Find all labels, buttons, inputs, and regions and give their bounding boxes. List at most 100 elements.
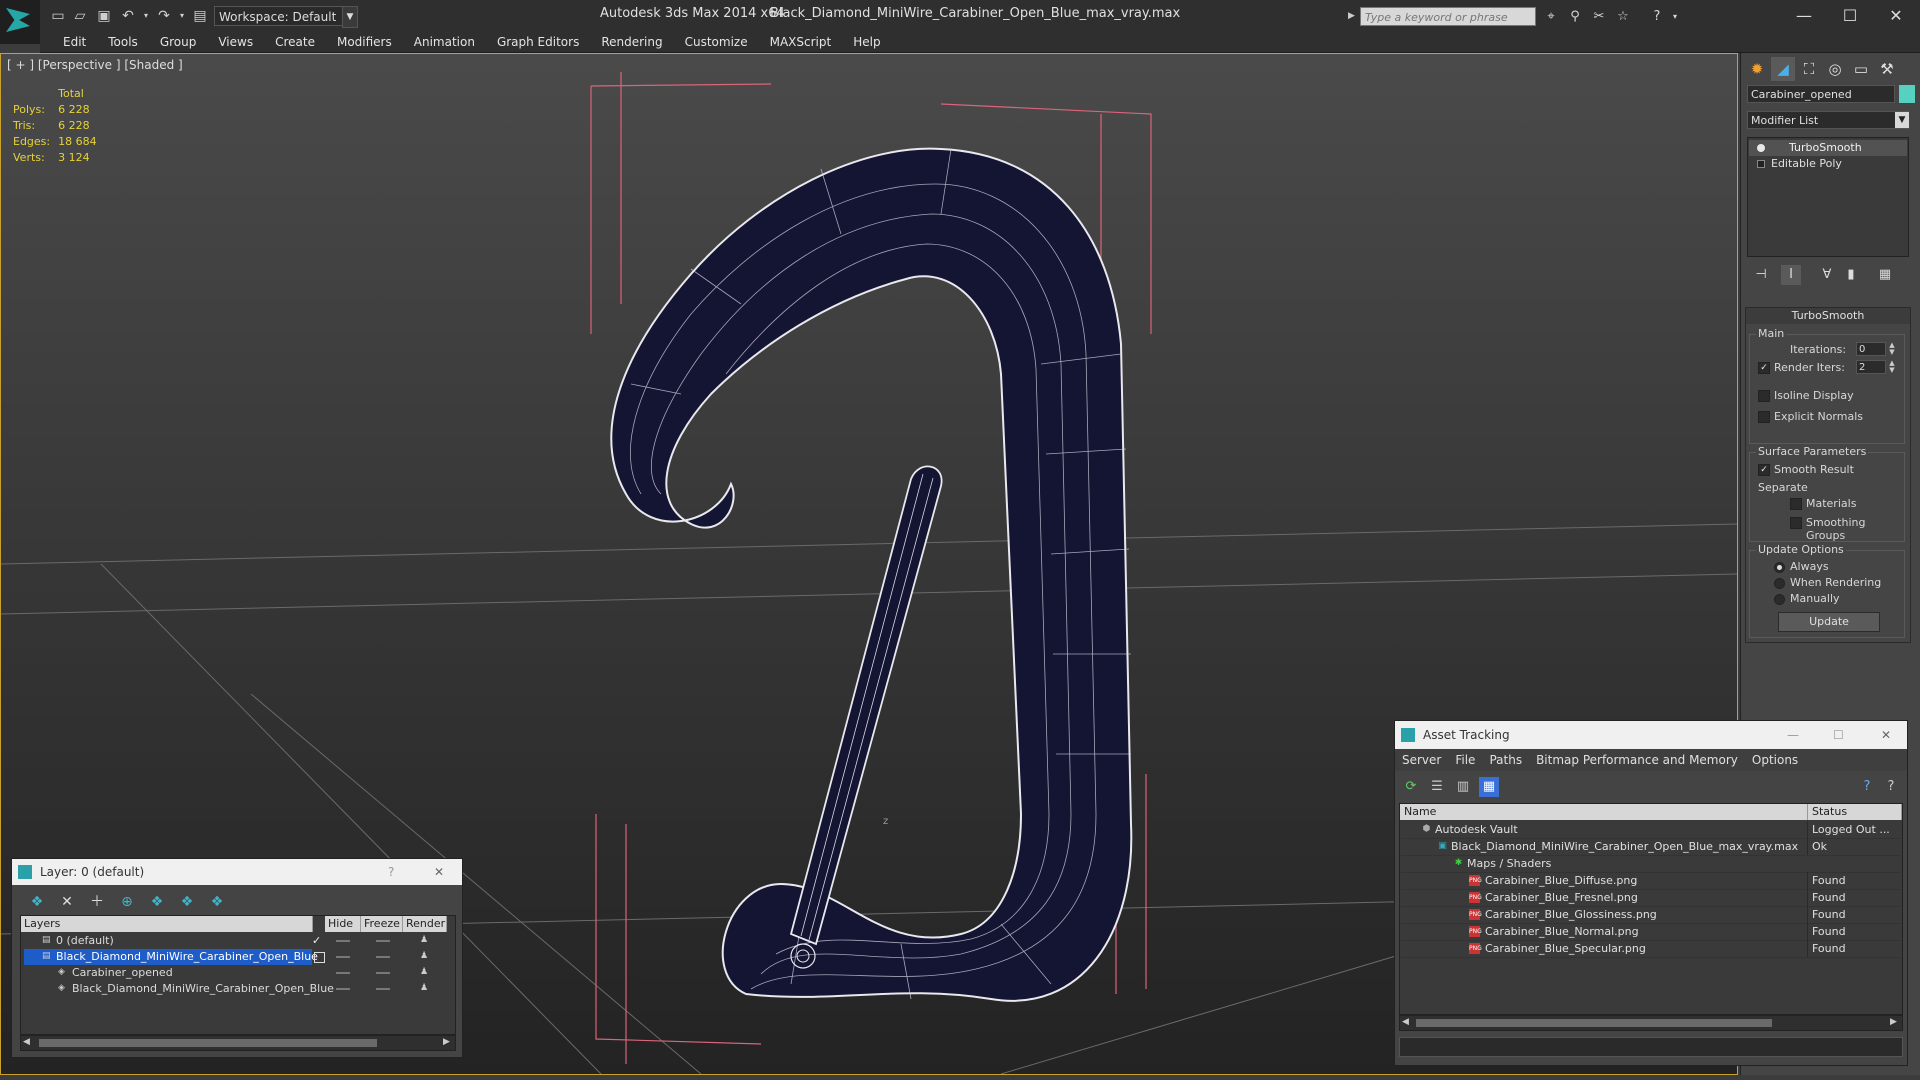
object-name-field[interactable]: Carabiner_opened — [1747, 85, 1895, 103]
hide-toggle[interactable] — [336, 956, 350, 958]
table-row[interactable]: PNG Carabiner_Blue_Normal.png Found — [1401, 923, 1901, 941]
render-iters-spinner[interactable]: 2 — [1856, 360, 1886, 374]
hide-unhide-layers-icon[interactable]: ❖ — [176, 891, 198, 913]
iterations-spinner[interactable]: 0 — [1856, 342, 1886, 356]
freeze-toggle[interactable] — [376, 940, 390, 942]
hide-toggle[interactable] — [336, 972, 350, 974]
list-view-icon[interactable]: ☰ — [1427, 777, 1447, 797]
menu-modifiers[interactable]: Modifiers — [326, 32, 403, 52]
table-row[interactable]: PNG Carabiner_Blue_Glossiness.png Found — [1401, 906, 1901, 924]
modify-tab-icon[interactable]: ◢ — [1771, 57, 1795, 81]
object-color-swatch[interactable] — [1899, 85, 1915, 103]
scrollbar-thumb[interactable] — [39, 1039, 377, 1047]
column-header-status[interactable]: Status — [1808, 804, 1902, 820]
table-row[interactable]: ▣ Black_Diamond_MiniWire_Carabiner_Open_… — [1401, 838, 1901, 856]
column-header-render[interactable]: Render — [403, 916, 447, 932]
menu-create[interactable]: Create — [264, 32, 326, 52]
scroll-left-icon[interactable]: ◀ — [1402, 1017, 1409, 1027]
menu-paths[interactable]: Paths — [1482, 749, 1529, 771]
show-end-result-icon[interactable]: Ι — [1781, 265, 1801, 285]
spinner-arrows-icon[interactable]: ▲ ▼ — [1888, 342, 1896, 356]
stack-item-turbosmooth[interactable]: TurboSmooth — [1749, 140, 1907, 156]
pin-stack-icon[interactable]: ⊣ — [1751, 265, 1771, 285]
help-icon[interactable]: ? — [1857, 777, 1877, 797]
freeze-toggle[interactable] — [376, 956, 390, 958]
help-dropdown-icon[interactable]: ▾ — [1666, 8, 1684, 26]
menu-file[interactable]: File — [1448, 749, 1482, 771]
chevron-down-icon[interactable]: ▼ — [1895, 112, 1909, 128]
menu-tools[interactable]: Tools — [97, 32, 149, 52]
horizontal-scrollbar[interactable]: ◀ ▶ — [1399, 1015, 1903, 1031]
create-new-layer-icon[interactable]: ❖ — [26, 891, 48, 913]
scroll-right-icon[interactable]: ▶ — [443, 1037, 450, 1047]
workspace-selector[interactable]: Workspace: Default — [214, 6, 350, 26]
favorites-star-icon[interactable]: ☆ — [1614, 8, 1632, 26]
display-tab-icon[interactable]: ▭ — [1849, 57, 1873, 81]
table-row[interactable]: PNG Carabiner_Blue_Fresnel.png Found — [1401, 889, 1901, 907]
menu-animation[interactable]: Animation — [403, 32, 486, 52]
refresh-icon[interactable]: ⟳ — [1401, 777, 1421, 797]
smoothing-groups-checkbox[interactable] — [1790, 517, 1802, 529]
update-button[interactable]: Update — [1778, 612, 1880, 632]
update-always-radio[interactable] — [1774, 562, 1785, 573]
add-to-layer-icon[interactable]: ＋ — [86, 891, 108, 913]
subscription-icon[interactable]: ⚲ — [1566, 8, 1584, 26]
search-input[interactable]: Type a keyword or phrase — [1360, 7, 1536, 26]
configure-modifier-sets-icon[interactable]: ▦ — [1875, 265, 1895, 285]
modifier-list-dropdown[interactable]: Modifier List — [1747, 111, 1909, 129]
highlight-selected-layer-icon[interactable]: ❖ — [146, 891, 168, 913]
menu-group[interactable]: Group — [149, 32, 208, 52]
table-row[interactable]: ◈ Black_Diamond_MiniWire_Carabiner_Open_… — [22, 981, 454, 997]
table-row[interactable]: ◈ Carabiner_opened ♟ — [22, 965, 454, 981]
expand-box-icon[interactable] — [1757, 160, 1765, 168]
stack-item-editable-poly[interactable]: Editable Poly — [1749, 156, 1907, 172]
undo-dropdown-icon[interactable]: ▾ — [136, 6, 156, 26]
rollout-title[interactable]: TurboSmooth — [1746, 308, 1910, 324]
make-unique-icon[interactable]: ∀ — [1817, 265, 1837, 285]
communication-icon[interactable]: ✂ — [1590, 8, 1608, 26]
table-row[interactable]: ▤ Black_Diamond_MiniWire_Carabiner_Open_… — [22, 949, 454, 965]
carabiner-wireframe-model[interactable] — [610, 147, 1133, 1002]
render-teapot-icon[interactable]: ♟ — [420, 968, 430, 977]
explicit-normals-checkbox[interactable] — [1758, 411, 1770, 423]
asset-tracking-title-bar[interactable]: Asset Tracking — ☐ ✕ — [1395, 721, 1907, 749]
column-header-name[interactable]: Name — [1400, 804, 1808, 820]
render-teapot-icon[interactable]: ♟ — [420, 952, 430, 961]
scroll-right-icon[interactable]: ▶ — [1890, 1017, 1897, 1027]
freeze-toggle[interactable] — [376, 988, 390, 990]
maximize-button[interactable]: ☐ — [1830, 4, 1870, 28]
minimize-button[interactable]: — — [1784, 4, 1824, 28]
update-when-rendering-radio[interactable] — [1774, 578, 1785, 589]
project-folder-icon[interactable]: ▤ — [190, 6, 210, 26]
save-file-icon[interactable]: ▣ — [94, 6, 114, 26]
redo-dropdown-icon[interactable]: ▾ — [172, 6, 192, 26]
lightbulb-icon[interactable] — [1757, 144, 1765, 152]
help-options-icon[interactable]: ? — [1881, 777, 1901, 797]
column-header-layers[interactable]: Layers — [21, 916, 313, 932]
open-file-icon[interactable]: ▱ — [70, 6, 90, 26]
table-row[interactable]: ⬢ Autodesk Vault Logged Out ... — [1401, 821, 1901, 839]
table-row[interactable]: ▤ 0 (default) ✓ ♟ — [22, 933, 454, 949]
render-teapot-icon[interactable]: ♟ — [420, 984, 430, 993]
layer-object-box-icon[interactable] — [314, 952, 325, 963]
app-logo-button[interactable] — [0, 0, 40, 44]
freeze-toggle[interactable] — [376, 972, 390, 974]
binoculars-icon[interactable]: ⌖ — [1542, 8, 1560, 26]
table-row[interactable]: PNG Carabiner_Blue_Diffuse.png Found — [1401, 872, 1901, 890]
active-layer-check-icon[interactable]: ✓ — [312, 933, 321, 949]
spinner-arrows-icon[interactable]: ▲ ▼ — [1888, 360, 1896, 374]
table-row[interactable]: ✱ Maps / Shaders — [1401, 855, 1901, 873]
delete-layer-icon[interactable]: ✕ — [56, 891, 78, 913]
layer-dialog-title-bar[interactable]: Layer: 0 (default) ? ✕ — [12, 859, 462, 885]
asset-path-field[interactable] — [1399, 1037, 1903, 1057]
hide-toggle[interactable] — [336, 988, 350, 990]
isoline-display-checkbox[interactable] — [1758, 390, 1770, 402]
undo-icon[interactable]: ↶ — [118, 6, 138, 26]
remove-modifier-icon[interactable]: ▮ — [1841, 265, 1861, 285]
menu-views[interactable]: Views — [207, 32, 264, 52]
scrollbar-thumb[interactable] — [1416, 1019, 1772, 1027]
column-header-hide[interactable]: Hide — [325, 916, 361, 932]
menu-server[interactable]: Server — [1395, 749, 1448, 771]
close-button[interactable]: ✕ — [434, 859, 444, 885]
menu-options[interactable]: Options — [1745, 749, 1805, 771]
